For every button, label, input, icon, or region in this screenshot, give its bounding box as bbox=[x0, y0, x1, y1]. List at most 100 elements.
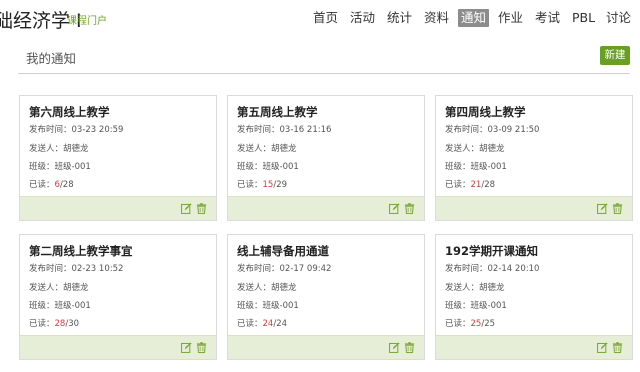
read-total: /25 bbox=[481, 319, 496, 329]
class-label: 班级： bbox=[29, 162, 55, 172]
class-label: 班级： bbox=[237, 301, 263, 311]
class-label: 班级： bbox=[29, 301, 55, 311]
read-total: /28 bbox=[481, 180, 496, 190]
read-total: /28 bbox=[59, 180, 74, 190]
notice-title[interactable]: 第六周线上教学 bbox=[29, 104, 110, 120]
notice-read: 已读：15/29 bbox=[237, 178, 287, 190]
notice-time: 发布时间：03-23 20:59 bbox=[29, 123, 123, 135]
sender-value: 胡德龙 bbox=[63, 283, 89, 293]
read-label: 已读： bbox=[237, 180, 263, 190]
read-count: 24 bbox=[262, 319, 274, 329]
notice-sender: 发送人：胡德龙 bbox=[237, 142, 297, 154]
read-count: 25 bbox=[470, 319, 482, 329]
read-count: 28 bbox=[54, 319, 66, 329]
trash-icon[interactable] bbox=[612, 342, 623, 353]
class-value: 班级-001 bbox=[262, 162, 299, 172]
read-count: 21 bbox=[470, 180, 482, 190]
trash-icon[interactable] bbox=[404, 203, 415, 214]
time-value: 03-09 21:50 bbox=[487, 125, 540, 135]
notice-read: 已读：21/28 bbox=[445, 178, 495, 190]
notice-time: 发布时间：03-16 21:16 bbox=[237, 123, 331, 135]
notice-card[interactable]: 第五周线上教学 发布时间：03-16 21:16 发送人：胡德龙 班级：班级-0… bbox=[227, 95, 425, 221]
notice-sender: 发送人：胡德龙 bbox=[445, 142, 505, 154]
notice-class: 班级：班级-001 bbox=[445, 299, 507, 311]
sender-label: 发送人： bbox=[29, 283, 64, 293]
sender-value: 胡德龙 bbox=[271, 144, 297, 154]
nav-notices[interactable]: 通知 bbox=[458, 9, 490, 27]
page-title: 我的通知 bbox=[26, 51, 77, 66]
edit-icon[interactable] bbox=[597, 203, 608, 214]
notice-title[interactable]: 线上辅导备用通道 bbox=[237, 243, 329, 259]
main-nav: 首页 活动 统计 资料 通知 作业 考试 PBL 讨论 bbox=[310, 9, 640, 29]
notice-title[interactable]: 第四周线上教学 bbox=[445, 104, 526, 120]
read-label: 已读： bbox=[29, 319, 55, 329]
time-value: 02-14 20:10 bbox=[487, 264, 540, 274]
nav-statistics[interactable]: 统计 bbox=[387, 9, 412, 27]
notice-card[interactable]: 第六周线上教学 发布时间：03-23 20:59 发送人：胡德龙 班级：班级-0… bbox=[19, 95, 217, 221]
card-actions bbox=[20, 335, 216, 359]
class-value: 班级-001 bbox=[54, 301, 91, 311]
card-actions bbox=[436, 196, 632, 220]
read-total: /30 bbox=[65, 319, 80, 329]
card-actions bbox=[20, 196, 216, 220]
time-value: 02-23 10:52 bbox=[71, 264, 124, 274]
notice-sender: 发送人：胡德龙 bbox=[29, 281, 89, 293]
time-value: 02-17 09:42 bbox=[279, 264, 332, 274]
read-label: 已读： bbox=[445, 180, 471, 190]
notice-read: 已读：28/30 bbox=[29, 317, 79, 329]
trash-icon[interactable] bbox=[196, 203, 207, 214]
edit-icon[interactable] bbox=[389, 342, 400, 353]
time-value: 03-16 21:16 bbox=[279, 125, 332, 135]
notice-read: 已读：25/25 bbox=[445, 317, 495, 329]
edit-icon[interactable] bbox=[597, 342, 608, 353]
sender-value: 胡德龙 bbox=[479, 283, 505, 293]
notice-card[interactable]: 第二周线上教学事宜 发布时间：02-23 10:52 发送人：胡德龙 班级：班级… bbox=[19, 234, 217, 360]
nav-activities[interactable]: 活动 bbox=[350, 9, 375, 27]
sender-label: 发送人： bbox=[237, 283, 272, 293]
notice-title[interactable]: 第五周线上教学 bbox=[237, 104, 318, 120]
read-label: 已读： bbox=[445, 319, 471, 329]
trash-icon[interactable] bbox=[612, 203, 623, 214]
course-portal-link[interactable]: 课程门户 bbox=[67, 12, 107, 27]
card-actions bbox=[436, 335, 632, 359]
nav-homework[interactable]: 作业 bbox=[498, 9, 523, 27]
card-actions bbox=[228, 335, 424, 359]
new-notice-button[interactable]: 新建 bbox=[600, 46, 630, 65]
notice-time: 发布时间：02-14 20:10 bbox=[445, 262, 539, 274]
nav-materials[interactable]: 资料 bbox=[424, 9, 449, 27]
time-label: 发布时间： bbox=[237, 264, 280, 274]
nav-home[interactable]: 首页 bbox=[313, 9, 338, 27]
edit-icon[interactable] bbox=[389, 203, 400, 214]
read-total: /29 bbox=[273, 180, 288, 190]
notice-sender: 发送人：胡德龙 bbox=[237, 281, 297, 293]
edit-icon[interactable] bbox=[181, 203, 192, 214]
nav-exams[interactable]: 考试 bbox=[535, 9, 560, 27]
nav-discussion[interactable]: 讨论 bbox=[606, 9, 631, 27]
sender-label: 发送人： bbox=[445, 144, 480, 154]
notice-card[interactable]: 线上辅导备用通道 发布时间：02-17 09:42 发送人：胡德龙 班级：班级-… bbox=[227, 234, 425, 360]
notice-title[interactable]: 192学期开课通知 bbox=[445, 243, 538, 259]
notice-title[interactable]: 第二周线上教学事宜 bbox=[29, 243, 133, 259]
time-label: 发布时间： bbox=[445, 125, 488, 135]
class-value: 班级-001 bbox=[262, 301, 299, 311]
read-label: 已读： bbox=[29, 180, 55, 190]
sender-value: 胡德龙 bbox=[479, 144, 505, 154]
notice-class: 班级：班级-001 bbox=[237, 160, 299, 172]
sender-value: 胡德龙 bbox=[271, 283, 297, 293]
top-bar: 础经济学 I 课程门户 首页 活动 统计 资料 通知 作业 考试 PBL 讨论 bbox=[0, 0, 640, 36]
notice-read: 已读：24/24 bbox=[237, 317, 287, 329]
trash-icon[interactable] bbox=[404, 342, 415, 353]
trash-icon[interactable] bbox=[196, 342, 207, 353]
notice-card[interactable]: 192学期开课通知 发布时间：02-14 20:10 发送人：胡德龙 班级：班级… bbox=[435, 234, 633, 360]
time-value: 03-23 20:59 bbox=[71, 125, 124, 135]
sender-label: 发送人： bbox=[237, 144, 272, 154]
class-value: 班级-001 bbox=[470, 162, 507, 172]
card-actions bbox=[228, 196, 424, 220]
read-total: /24 bbox=[273, 319, 288, 329]
notice-class: 班级：班级-001 bbox=[29, 299, 91, 311]
edit-icon[interactable] bbox=[181, 342, 192, 353]
class-label: 班级： bbox=[237, 162, 263, 172]
notice-card[interactable]: 第四周线上教学 发布时间：03-09 21:50 发送人：胡德龙 班级：班级-0… bbox=[435, 95, 633, 221]
time-label: 发布时间： bbox=[29, 264, 72, 274]
nav-pbl[interactable]: PBL bbox=[572, 9, 595, 27]
